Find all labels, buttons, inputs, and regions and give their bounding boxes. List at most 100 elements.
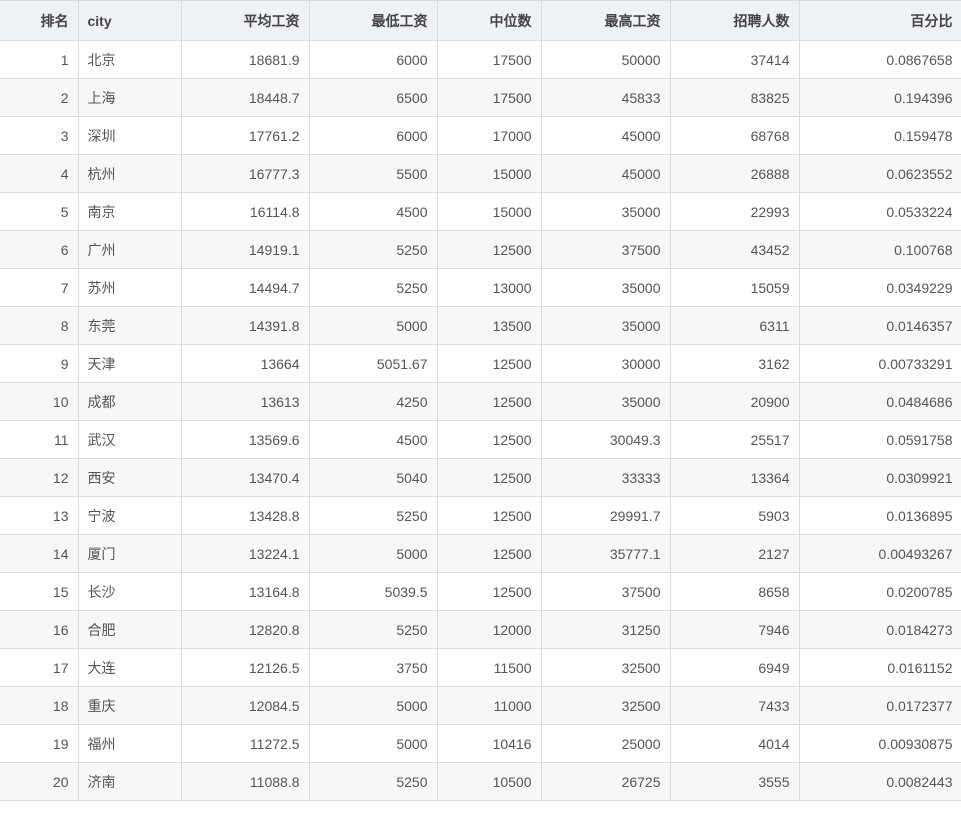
cell-min-salary: 5000	[308, 306, 438, 345]
cell-min-salary: 3750	[308, 648, 438, 687]
cell-hiring-count: 2127	[669, 534, 800, 573]
cell-rank: 13	[0, 496, 79, 535]
cell-city: 苏州	[77, 268, 182, 307]
cell-rank: 1	[0, 40, 79, 79]
cell-percentage: 0.0200785	[798, 572, 961, 611]
column-header-min-salary[interactable]: 最低工资	[308, 0, 438, 41]
cell-min-salary: 6000	[308, 40, 438, 79]
cell-avg-salary: 14494.7	[180, 268, 310, 307]
cell-rank: 6	[0, 230, 79, 269]
cell-percentage: 0.0146357	[798, 306, 961, 345]
cell-max-salary: 37500	[540, 572, 671, 611]
cell-percentage: 0.0623552	[798, 154, 961, 193]
column-header-max-salary[interactable]: 最高工资	[540, 0, 671, 41]
cell-max-salary: 31250	[540, 610, 671, 649]
cell-avg-salary: 16114.8	[180, 192, 310, 231]
cell-rank: 16	[0, 610, 79, 649]
cell-median: 17000	[436, 116, 542, 155]
cell-median: 17500	[436, 78, 542, 117]
cell-percentage: 0.0484686	[798, 382, 961, 421]
cell-percentage: 0.0349229	[798, 268, 961, 307]
cell-max-salary: 35000	[540, 306, 671, 345]
salary-table: 排名 city 平均工资 最低工资 中位数 最高工资 招聘人数 百分比 1 北京 18681.9 6…	[0, 0, 961, 801]
cell-min-salary: 5250	[308, 230, 438, 269]
table-row: 20 济南 11088.8 5250 10500 26725 3555 0.0082443	[0, 762, 961, 801]
table-row: 19 福州 11272.5 5000 10416 25000 4014 0.00930875	[0, 724, 961, 763]
cell-max-salary: 35777.1	[540, 534, 671, 573]
cell-city: 宁波	[77, 496, 182, 535]
column-header-median[interactable]: 中位数	[436, 0, 542, 41]
cell-median: 12500	[436, 420, 542, 459]
cell-hiring-count: 13364	[669, 458, 800, 497]
cell-rank: 9	[0, 344, 79, 383]
cell-city: 东莞	[77, 306, 182, 345]
cell-median: 12500	[436, 344, 542, 383]
column-header-avg-salary[interactable]: 平均工资	[180, 0, 310, 41]
cell-avg-salary: 13164.8	[180, 572, 310, 611]
cell-city: 大连	[77, 648, 182, 687]
cell-rank: 18	[0, 686, 79, 725]
cell-city: 长沙	[77, 572, 182, 611]
table-row: 6 广州 14919.1 5250 12500 37500 43452 0.100768	[0, 230, 961, 269]
cell-percentage: 0.0184273	[798, 610, 961, 649]
cell-rank: 8	[0, 306, 79, 345]
column-header-city[interactable]: city	[77, 0, 182, 41]
cell-median: 12500	[436, 534, 542, 573]
table-row: 12 西安 13470.4 5040 12500 33333 13364 0.0309921	[0, 458, 961, 497]
cell-percentage: 0.0867658	[798, 40, 961, 79]
cell-city: 重庆	[77, 686, 182, 725]
cell-min-salary: 5250	[308, 496, 438, 535]
cell-city: 厦门	[77, 534, 182, 573]
cell-max-salary: 33333	[540, 458, 671, 497]
cell-percentage: 0.00493267	[798, 534, 961, 573]
cell-median: 13000	[436, 268, 542, 307]
cell-city: 武汉	[77, 420, 182, 459]
table-row: 7 苏州 14494.7 5250 13000 35000 15059 0.0349229	[0, 268, 961, 307]
cell-max-salary: 45000	[540, 154, 671, 193]
table-row: 13 宁波 13428.8 5250 12500 29991.7 5903 0.0136895	[0, 496, 961, 535]
cell-avg-salary: 16777.3	[180, 154, 310, 193]
cell-avg-salary: 13569.6	[180, 420, 310, 459]
cell-percentage: 0.0533224	[798, 192, 961, 231]
cell-rank: 11	[0, 420, 79, 459]
cell-hiring-count: 20900	[669, 382, 800, 421]
cell-max-salary: 32500	[540, 648, 671, 687]
cell-hiring-count: 25517	[669, 420, 800, 459]
cell-median: 15000	[436, 154, 542, 193]
cell-min-salary: 4250	[308, 382, 438, 421]
cell-median: 12500	[436, 496, 542, 535]
cell-percentage: 0.159478	[798, 116, 961, 155]
cell-min-salary: 5000	[308, 534, 438, 573]
cell-min-salary: 5250	[308, 268, 438, 307]
table-row: 10 成都 13613 4250 12500 35000 20900 0.0484686	[0, 382, 961, 421]
cell-city: 深圳	[77, 116, 182, 155]
cell-min-salary: 5250	[308, 610, 438, 649]
cell-rank: 3	[0, 116, 79, 155]
cell-city: 济南	[77, 762, 182, 801]
cell-rank: 5	[0, 192, 79, 231]
column-header-rank[interactable]: 排名	[0, 0, 79, 41]
cell-min-salary: 5040	[308, 458, 438, 497]
cell-hiring-count: 4014	[669, 724, 800, 763]
cell-hiring-count: 3162	[669, 344, 800, 383]
cell-rank: 10	[0, 382, 79, 421]
column-header-percentage[interactable]: 百分比	[798, 0, 961, 41]
cell-city: 西安	[77, 458, 182, 497]
cell-hiring-count: 26888	[669, 154, 800, 193]
cell-rank: 4	[0, 154, 79, 193]
cell-hiring-count: 68768	[669, 116, 800, 155]
cell-percentage: 0.0172377	[798, 686, 961, 725]
table-row: 15 长沙 13164.8 5039.5 12500 37500 8658 0.0200785	[0, 572, 961, 611]
cell-avg-salary: 18681.9	[180, 40, 310, 79]
cell-avg-salary: 11088.8	[180, 762, 310, 801]
cell-percentage: 0.0161152	[798, 648, 961, 687]
table-row: 5 南京 16114.8 4500 15000 35000 22993 0.0533224	[0, 192, 961, 231]
cell-min-salary: 5000	[308, 724, 438, 763]
cell-avg-salary: 14391.8	[180, 306, 310, 345]
cell-city: 成都	[77, 382, 182, 421]
column-header-hiring-count[interactable]: 招聘人数	[669, 0, 800, 41]
table-row: 9 天津 13664 5051.67 12500 30000 3162 0.00733291	[0, 344, 961, 383]
table-row: 2 上海 18448.7 6500 17500 45833 83825 0.194396	[0, 78, 961, 117]
cell-rank: 14	[0, 534, 79, 573]
cell-median: 12500	[436, 458, 542, 497]
